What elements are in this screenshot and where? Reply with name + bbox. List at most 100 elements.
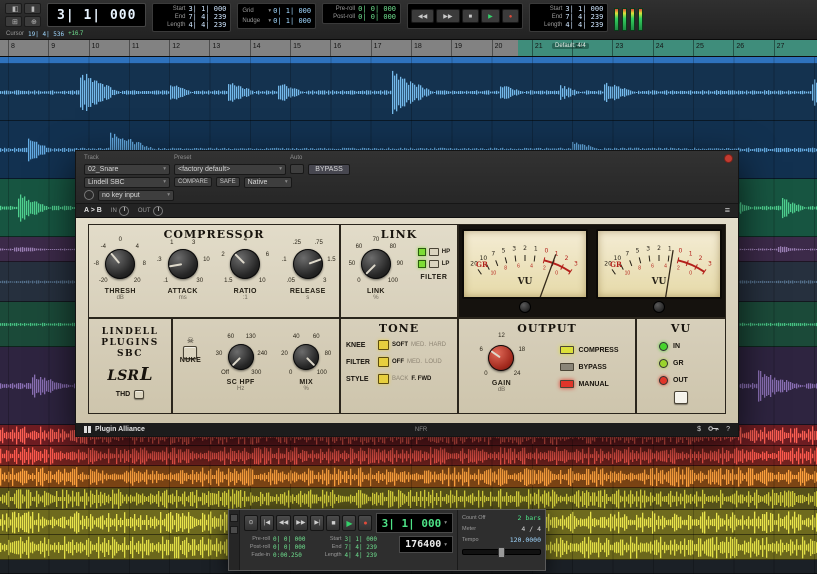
hp-button[interactable] [429, 248, 439, 256]
vu-mode-button[interactable] [674, 391, 688, 404]
tempo-slider[interactable] [462, 549, 541, 555]
close-icon[interactable] [724, 154, 733, 163]
return-to-zero-button[interactable]: |◀ [260, 515, 274, 531]
field-value[interactable]: 7| 4| 239 [188, 14, 226, 21]
meter-trim-right[interactable] [653, 301, 665, 313]
dollar-icon[interactable]: $ [697, 426, 701, 433]
grid-caret-icon[interactable]: ▾ [268, 8, 271, 14]
auto-enable-button[interactable] [290, 164, 304, 174]
tone-option-off[interactable]: OFF [392, 359, 404, 365]
track-drums-blue-1[interactable] [0, 64, 817, 121]
style-button[interactable] [378, 374, 389, 384]
track-orange-1[interactable] [0, 466, 817, 488]
knob-tick: 80 [325, 351, 332, 357]
filter-row-hp: HP [418, 248, 450, 256]
play-button[interactable]: ▶ [481, 9, 500, 23]
bypass-button[interactable]: BYPASS [308, 164, 350, 175]
track-tempo-ruler[interactable] [0, 57, 817, 64]
preset-selector[interactable]: <factory default>▾ [174, 164, 286, 175]
ratio-knob[interactable]: 1.524610RATIO:1 [217, 236, 273, 301]
release-knob[interactable]: .05.1.25.751.53RELEASEs [280, 236, 336, 301]
field-value[interactable]: 7| 4| 239 [345, 544, 378, 551]
tone-option-med[interactable]: MED. [411, 342, 426, 348]
key-input-selector[interactable]: no key input▾ [98, 190, 174, 201]
link-knob[interactable]: 05060708090100LINK% [348, 236, 404, 301]
knob-tick: 60 [227, 334, 234, 340]
grid-value[interactable]: 0| 1| 000 [273, 7, 311, 15]
meter-marker[interactable]: Default: 4/4 [552, 43, 589, 49]
nudge-caret-icon[interactable]: ▾ [268, 18, 271, 24]
key-icon[interactable] [708, 425, 719, 434]
online-button[interactable]: ⊙ [244, 515, 258, 531]
transport-sample-counter[interactable]: 176400 ▾ [399, 536, 453, 553]
gain-knob[interactable]: 06121824GAINdB [475, 332, 527, 393]
meter-value[interactable]: 4 / 4 [521, 525, 541, 533]
record-button[interactable]: ● [502, 9, 520, 23]
thd-button[interactable] [134, 390, 144, 399]
plugin-selector[interactable]: Lindell SBC▾ [84, 177, 170, 188]
field-value[interactable]: 0| 0| 000 [358, 6, 396, 13]
sc-hpf-knob[interactable]: Off3060130240300SC HPFHz [215, 331, 267, 392]
go-to-end-button[interactable]: ▶| [310, 515, 324, 531]
input-trim-dial[interactable] [119, 206, 129, 216]
knee-button[interactable] [378, 340, 389, 350]
field-value[interactable]: 4| 4| 239 [188, 22, 226, 29]
record-button[interactable]: ● [358, 515, 372, 531]
stop-button[interactable]: ■ [462, 9, 480, 23]
grabber-tool-icon[interactable]: ⊞ [5, 16, 22, 27]
attack-knob[interactable]: .1.3131030ATTACKms [155, 236, 211, 301]
field-value[interactable]: 4| 4| 239 [565, 22, 603, 29]
tone-option-soft[interactable]: SOFT [392, 342, 408, 348]
ruler-bar-9: 9 [48, 40, 88, 56]
field-value[interactable]: 3| 1| 000 [565, 6, 603, 13]
thresh-knob[interactable]: -20-8-404820THRESHdB [92, 236, 148, 301]
lp-button[interactable] [429, 260, 439, 268]
main-counter[interactable]: 3| 1| 000 [47, 3, 146, 27]
play-button[interactable]: ▶ [342, 515, 356, 531]
compress-button[interactable] [560, 346, 574, 354]
fast-forward-button[interactable]: ▶▶ [436, 9, 459, 23]
safe-button[interactable]: SAFE [216, 177, 240, 187]
tone-option-back[interactable]: BACK [392, 376, 408, 382]
manual-button[interactable] [560, 380, 574, 388]
field-value[interactable]: 7| 4| 239 [565, 14, 603, 21]
field-value[interactable]: 4| 4| 239 [345, 552, 378, 559]
tempo-value[interactable]: 120.0000 [510, 536, 541, 544]
output-trim-dial[interactable] [153, 206, 163, 216]
nudge-value[interactable]: 0| 1| 000 [273, 17, 311, 25]
selector-tool-icon[interactable]: ▮ [24, 3, 41, 14]
key-input-icon [84, 190, 94, 200]
compare-button[interactable]: COMPARE [174, 177, 212, 187]
tone-option-ffwd[interactable]: F. FWD [411, 376, 431, 382]
rewind-button[interactable]: ◀◀ [411, 9, 434, 23]
field-value[interactable]: 0| 0| 000 [273, 536, 306, 543]
field-value[interactable]: 0:00.250 [273, 552, 302, 559]
rewind-button[interactable]: ◀◀ [276, 515, 291, 531]
track-red-2[interactable] [0, 446, 817, 466]
transport-main-counter[interactable]: 3| 1| 000 ▾ [376, 513, 453, 533]
field-value[interactable]: 3| 1| 000 [188, 6, 226, 13]
zoom-tool-icon[interactable]: ⊕ [24, 16, 41, 27]
bypass-button[interactable] [560, 363, 574, 371]
fast-forward-button[interactable]: ▶▶ [293, 515, 308, 531]
field-value[interactable]: 0| 0| 000 [358, 14, 396, 21]
filter-button[interactable] [378, 357, 389, 367]
tone-option-med[interactable]: MED. [407, 359, 422, 365]
mix-knob[interactable]: 020406080100MIX% [280, 331, 332, 392]
field-value[interactable]: 0| 0| 000 [273, 544, 306, 551]
tone-option-loud[interactable]: LOUD [425, 359, 442, 365]
tone-option-hard[interactable]: HARD [429, 342, 446, 348]
help-icon[interactable]: ? [726, 426, 730, 433]
trim-tool-icon[interactable]: ◧ [5, 3, 22, 14]
track-olive-1[interactable] [0, 488, 817, 510]
bars-beats-ruler[interactable]: 89101112131415161718192021222324252627 D… [0, 40, 817, 57]
ab-compare-button[interactable]: A > B [84, 207, 102, 214]
track-selector[interactable]: 02_Snare▾ [84, 164, 170, 175]
stop-button[interactable]: ■ [326, 515, 340, 531]
field-value[interactable]: 3| 1| 000 [345, 536, 378, 543]
meter-trim-left[interactable] [519, 301, 531, 313]
countoff-value[interactable]: 2 bars [518, 514, 541, 522]
native-selector[interactable]: Native▾ [244, 177, 292, 188]
tempo-slider-thumb[interactable] [498, 547, 505, 558]
hamburger-menu-icon[interactable]: ≡ [725, 206, 730, 215]
